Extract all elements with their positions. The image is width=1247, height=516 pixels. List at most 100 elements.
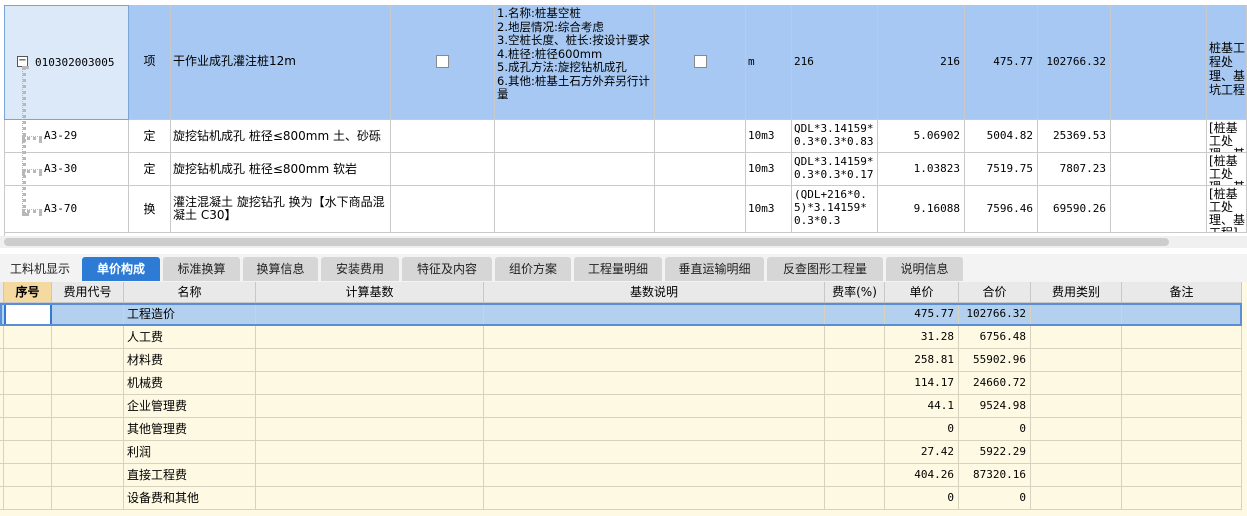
grid-row-6-seq[interactable] <box>4 418 52 441</box>
grid-row-5-remark[interactable] <box>1122 395 1242 418</box>
header-calc-base[interactable]: 计算基数 <box>256 282 484 303</box>
grid-row-9-fee-category[interactable] <box>1031 487 1122 510</box>
grid-row-7-unit-price[interactable]: 27.42 <box>885 441 959 464</box>
header-fee-category[interactable]: 费用类别 <box>1031 282 1122 303</box>
grid-row-1-remark[interactable] <box>1122 303 1242 326</box>
grid-row-4-calc-base[interactable] <box>256 372 484 395</box>
tab-11[interactable]: 说明信息 <box>886 257 963 281</box>
sub-row-name-cell[interactable]: 灌注混凝土 旋挖钻孔 换为【水下商品混凝土 C30】 <box>171 186 391 233</box>
grid-row-5-calc-base[interactable] <box>256 395 484 418</box>
grid-row-8-name[interactable]: 直接工程费 <box>124 464 256 487</box>
grid-row-8-rate[interactable] <box>825 464 885 487</box>
grid-row-1-rate[interactable] <box>825 303 885 326</box>
sub-row-total-cell[interactable]: 25369.53 <box>1038 120 1111 153</box>
grid-row-7-seq[interactable] <box>4 441 52 464</box>
main-row-features[interactable]: 1.名称:桩基空桩 2.地层情况:综合考虑 3.空桩长度、桩长:按设计要求 4.… <box>495 5 655 120</box>
grid-row-4-remark[interactable] <box>1122 372 1242 395</box>
main-row-total[interactable]: 102766.32 <box>1038 5 1111 120</box>
grid-row-9-base-desc[interactable] <box>484 487 825 510</box>
sub-row-unit-cell[interactable]: 10m3 <box>746 186 792 233</box>
grid-row-8-calc-base[interactable] <box>256 464 484 487</box>
sub-row-qty-cell[interactable]: 1.03823 <box>878 153 965 186</box>
grid-row-6-fee-category[interactable] <box>1031 418 1122 441</box>
grid-row-2-total[interactable]: 6756.48 <box>959 326 1031 349</box>
grid-row-4-rate[interactable] <box>825 372 885 395</box>
grid-row-1-unit-price[interactable]: 475.77 <box>885 303 959 326</box>
header-unit-price[interactable]: 单价 <box>885 282 959 303</box>
grid-row-6-fee-code[interactable] <box>52 418 124 441</box>
grid-row-3-fee-category[interactable] <box>1031 349 1122 372</box>
grid-row-5-total[interactable]: 9524.98 <box>959 395 1031 418</box>
header-base-desc[interactable]: 基数说明 <box>484 282 825 303</box>
grid-row-7-name[interactable]: 利润 <box>124 441 256 464</box>
tab-5[interactable]: 安装费用 <box>321 257 399 281</box>
main-row-checkbox-2[interactable] <box>693 55 707 68</box>
main-row-category[interactable]: 桩基工程处理、基坑工程 <box>1207 5 1247 120</box>
grid-row-3-remark[interactable] <box>1122 349 1242 372</box>
sub-row-empty-cell[interactable] <box>495 186 655 233</box>
sub-row-empty-cell[interactable] <box>1111 186 1207 233</box>
grid-row-5-fee-category[interactable] <box>1031 395 1122 418</box>
sub-row-category-cell[interactable]: [桩基工处理、基工程] <box>1207 186 1247 233</box>
header-fee-code[interactable]: 费用代号 <box>52 282 124 303</box>
grid-row-5-fee-code[interactable] <box>52 395 124 418</box>
grid-row-2-seq[interactable] <box>4 326 52 349</box>
header-total[interactable]: 合价 <box>959 282 1031 303</box>
main-row-unit[interactable]: m <box>746 5 792 120</box>
grid-row-6-total[interactable]: 0 <box>959 418 1031 441</box>
grid-row-9-total[interactable]: 0 <box>959 487 1031 510</box>
grid-row-7-base-desc[interactable] <box>484 441 825 464</box>
sub-row-unit-cell[interactable]: 10m3 <box>746 153 792 186</box>
sub-row-unit_price-cell[interactable]: 7596.46 <box>965 186 1038 233</box>
grid-row-3-fee-code[interactable] <box>52 349 124 372</box>
tab-7[interactable]: 组价方案 <box>495 257 571 281</box>
grid-row-2-base-desc[interactable] <box>484 326 825 349</box>
sub-row-total-cell[interactable]: 7807.23 <box>1038 153 1111 186</box>
grid-row-9-fee-code[interactable] <box>52 487 124 510</box>
grid-row-1-base-desc[interactable] <box>484 303 825 326</box>
grid-row-3-name[interactable]: 材料费 <box>124 349 256 372</box>
grid-row-6-rate[interactable] <box>825 418 885 441</box>
grid-row-5-base-desc[interactable] <box>484 395 825 418</box>
grid-row-3-rate[interactable] <box>825 349 885 372</box>
grid-row-3-total[interactable]: 55902.96 <box>959 349 1031 372</box>
sub-row-qty_expr-cell[interactable]: QDL*3.14159*0.3*0.3*0.17 <box>792 153 878 186</box>
grid-row-8-seq[interactable] <box>4 464 52 487</box>
tab-2[interactable]: 单价构成 <box>82 257 160 281</box>
main-row-checkbox-1[interactable] <box>436 55 449 68</box>
grid-row-4-fee-category[interactable] <box>1031 372 1122 395</box>
grid-row-3-seq[interactable] <box>4 349 52 372</box>
grid-row-2-remark[interactable] <box>1122 326 1242 349</box>
header-name[interactable]: 名称 <box>124 282 256 303</box>
sub-row-unit-cell[interactable]: 10m3 <box>746 120 792 153</box>
grid-row-5-unit-price[interactable]: 44.1 <box>885 395 959 418</box>
scrollbar-thumb[interactable] <box>4 238 1169 246</box>
sub-row-qty-cell[interactable]: 5.06902 <box>878 120 965 153</box>
grid-row-2-calc-base[interactable] <box>256 326 484 349</box>
grid-row-4-seq[interactable] <box>4 372 52 395</box>
grid-row-2-unit-price[interactable]: 31.28 <box>885 326 959 349</box>
main-row-name[interactable]: 干作业成孔灌注桩12m <box>171 5 391 120</box>
sub-row-empty-cell[interactable] <box>1111 153 1207 186</box>
sub-row-qty_expr-cell[interactable]: QDL*3.14159*0.3*0.3*0.83 <box>792 120 878 153</box>
grid-row-6-remark[interactable] <box>1122 418 1242 441</box>
grid-row-7-calc-base[interactable] <box>256 441 484 464</box>
grid-row-5-seq[interactable] <box>4 395 52 418</box>
sub-row-type-cell[interactable]: 定 <box>129 153 171 186</box>
grid-row-7-remark[interactable] <box>1122 441 1242 464</box>
sub-row-total-cell[interactable]: 69590.26 <box>1038 186 1111 233</box>
sub-row-category-cell[interactable]: [桩基工处理、基 <box>1207 153 1247 186</box>
grid-row-2-fee-category[interactable] <box>1031 326 1122 349</box>
grid-row-9-seq[interactable] <box>4 487 52 510</box>
sub-row-empty-cell[interactable] <box>391 153 495 186</box>
sub-row-empty-cell[interactable] <box>391 120 495 153</box>
grid-row-3-base-desc[interactable] <box>484 349 825 372</box>
grid-row-8-unit-price[interactable]: 404.26 <box>885 464 959 487</box>
grid-row-4-fee-code[interactable] <box>52 372 124 395</box>
sub-row-unit_price-cell[interactable]: 5004.82 <box>965 120 1038 153</box>
grid-row-4-total[interactable]: 24660.72 <box>959 372 1031 395</box>
grid-row-2-rate[interactable] <box>825 326 885 349</box>
grid-row-5-rate[interactable] <box>825 395 885 418</box>
sub-row-type-cell[interactable]: 换 <box>129 186 171 233</box>
sub-row-type-cell[interactable]: 定 <box>129 120 171 153</box>
